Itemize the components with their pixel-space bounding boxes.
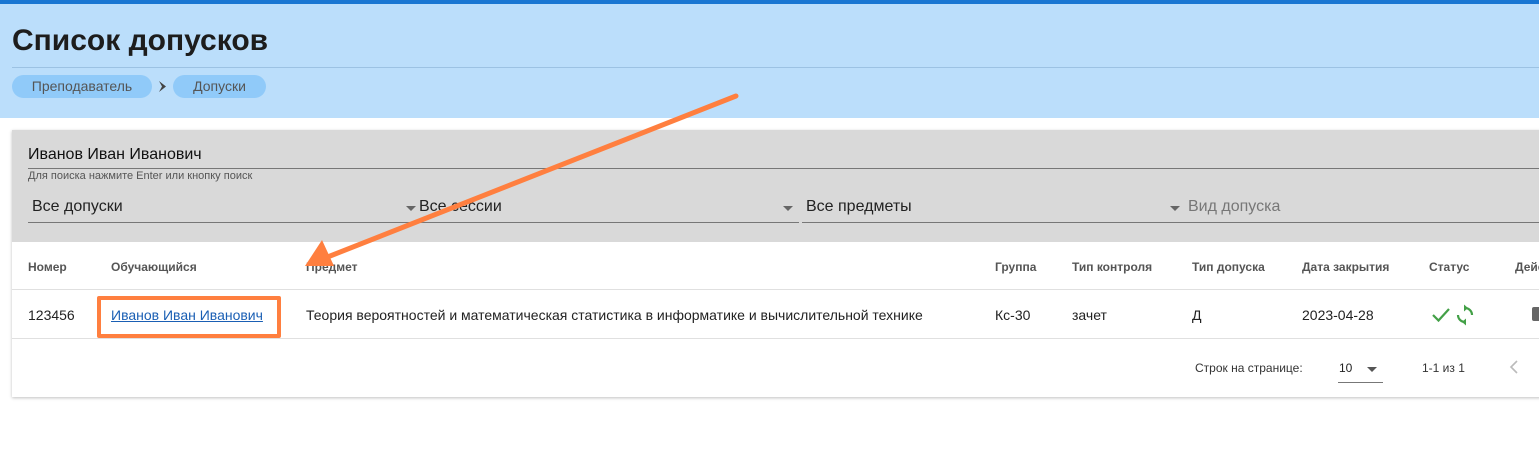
cell-subject: Теория вероятностей и математическая ста…: [306, 307, 923, 323]
sync-icon[interactable]: [1454, 304, 1476, 326]
column-header-status[interactable]: Статус: [1429, 260, 1469, 274]
cell-group: Кс-30: [995, 307, 1031, 323]
filters-panel: Для поиска нажмите Enter или кнопку поис…: [12, 130, 1539, 242]
student-link[interactable]: Иванов Иван Иванович: [111, 307, 263, 323]
column-header-number[interactable]: Номер: [28, 260, 67, 274]
check-icon: [1432, 308, 1450, 323]
breadcrumb-admissions[interactable]: Допуски: [173, 75, 266, 98]
admission-type-input[interactable]: Вид допуска: [1184, 194, 1539, 223]
page-title: Список допусков: [12, 24, 269, 57]
admissions-card: Для поиска нажмите Enter или кнопку поис…: [12, 130, 1539, 397]
pagination-range: 1-1 из 1: [1422, 361, 1465, 375]
header-divider: [12, 67, 1539, 68]
column-header-control-type[interactable]: Тип контроля: [1072, 260, 1152, 274]
column-header-group[interactable]: Группа: [995, 260, 1036, 274]
search-hint: Для поиска нажмите Enter или кнопку поис…: [28, 170, 253, 182]
cell-close-date: 2023-04-28: [1302, 307, 1374, 323]
column-header-actions[interactable]: Действия: [1515, 260, 1539, 274]
session-select-value: Все сессии: [419, 198, 502, 215]
row-divider-line: [12, 338, 1539, 339]
rows-per-page-select[interactable]: 10: [1338, 356, 1383, 383]
page-header: Список допусков Преподаватель Допуски: [0, 4, 1539, 118]
breadcrumb-teacher[interactable]: Преподаватель: [12, 75, 152, 98]
print-icon[interactable]: [1532, 307, 1539, 321]
header-divider-line: [12, 289, 1539, 290]
chevron-left-icon[interactable]: [1508, 359, 1520, 375]
column-header-close-date[interactable]: Дата закрытия: [1302, 260, 1389, 274]
admission-type-placeholder: Вид допуска: [1188, 198, 1281, 215]
cell-admission-type: Д: [1192, 307, 1202, 323]
cell-number: 123456: [28, 307, 75, 323]
subject-select[interactable]: Все предметы: [802, 194, 1186, 223]
cell-control-type: зачет: [1072, 307, 1107, 323]
caret-down-icon: [1170, 206, 1180, 211]
rows-per-page-label: Строк на странице:: [1195, 361, 1303, 375]
rows-per-page-value: 10: [1339, 361, 1353, 375]
chevron-right-icon: [159, 81, 166, 92]
column-header-subject[interactable]: Предмет: [306, 260, 358, 274]
caret-down-icon: [1367, 367, 1377, 372]
search-input[interactable]: [28, 142, 1539, 169]
column-header-student[interactable]: Обучающийся: [111, 260, 197, 274]
admission-select[interactable]: Все допуски: [28, 194, 422, 223]
column-header-admission-type[interactable]: Тип допуска: [1192, 260, 1265, 274]
caret-down-icon: [783, 206, 793, 211]
session-select[interactable]: Все сессии: [415, 194, 799, 223]
admission-select-value: Все допуски: [32, 198, 123, 215]
subject-select-value: Все предметы: [806, 198, 912, 215]
